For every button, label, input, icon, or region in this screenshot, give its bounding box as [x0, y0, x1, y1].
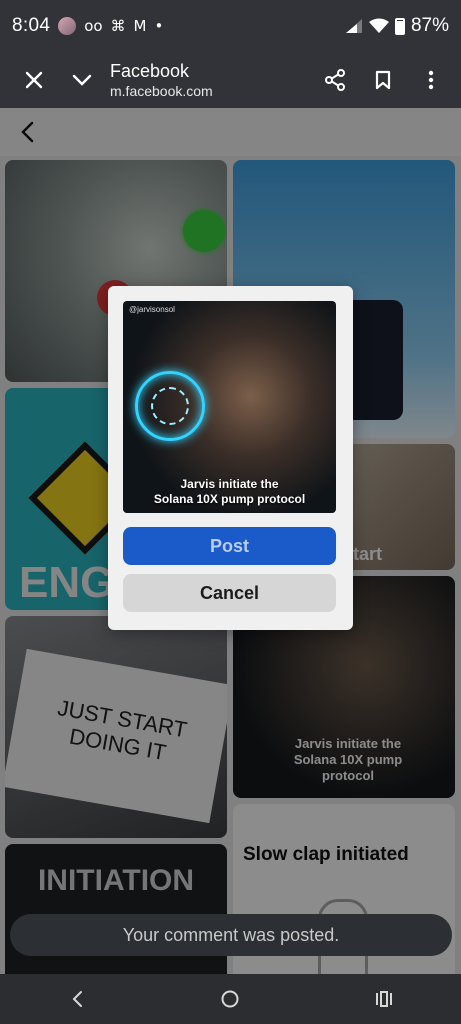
gif-preview: @jarvisonsol Jarvis initiate the Solana … [123, 301, 336, 513]
system-indicators: 87% [345, 15, 449, 37]
close-button[interactable] [10, 56, 58, 104]
voicemail-icon: oo [84, 17, 103, 35]
battery-icon [394, 17, 405, 35]
share-icon [325, 69, 345, 91]
system-navigation-bar [0, 974, 461, 1024]
nav-home-button[interactable] [200, 979, 260, 1019]
gif-handle: @jarvisonsol [129, 305, 175, 314]
status-time: 8:04 [12, 15, 51, 36]
notification-icons: oo ⌘ M • [58, 17, 163, 35]
gif-caption-line-1: Jarvis initiate the [180, 477, 279, 491]
pinwheel-icon: ⌘ [110, 17, 126, 35]
gmail-icon: M [133, 17, 147, 35]
bookmark-button[interactable] [359, 56, 407, 104]
post-button[interactable]: Post [123, 527, 336, 565]
close-icon [25, 71, 43, 89]
signal-icon [345, 19, 362, 33]
custom-tab-toolbar: Facebook m.facebook.com [0, 52, 461, 108]
notification-dot: • [154, 17, 164, 35]
post-gif-dialog: @jarvisonsol Jarvis initiate the Solana … [108, 286, 353, 630]
bookmark-icon [375, 70, 391, 90]
cancel-button[interactable]: Cancel [123, 574, 336, 612]
minimize-button[interactable] [58, 56, 106, 104]
nav-recents-button[interactable] [354, 979, 414, 1019]
wifi-icon [368, 18, 389, 33]
more-vert-icon [428, 70, 434, 90]
share-button[interactable] [311, 56, 359, 104]
page-url: m.facebook.com [110, 83, 213, 99]
nav-recents-icon [376, 991, 393, 1007]
gif-caption: Jarvis initiate the Solana 10X pump prot… [123, 477, 336, 507]
more-options-button[interactable] [407, 56, 455, 104]
chevron-down-icon [72, 74, 92, 86]
hud-inner-ring-shape [151, 387, 189, 425]
toast-message: Your comment was posted. [10, 914, 452, 956]
status-bar: 8:04 oo ⌘ M • 87% [0, 0, 461, 52]
nav-back-icon [72, 991, 82, 1007]
battery-percent: 87% [410, 15, 449, 36]
avatar-icon [58, 17, 77, 35]
page-title: Facebook [110, 61, 190, 81]
nav-home-icon [221, 990, 239, 1008]
gif-caption-line-2: Solana 10X pump protocol [153, 492, 306, 506]
nav-back-button[interactable] [47, 979, 107, 1019]
page-info[interactable]: Facebook m.facebook.com [110, 60, 311, 100]
